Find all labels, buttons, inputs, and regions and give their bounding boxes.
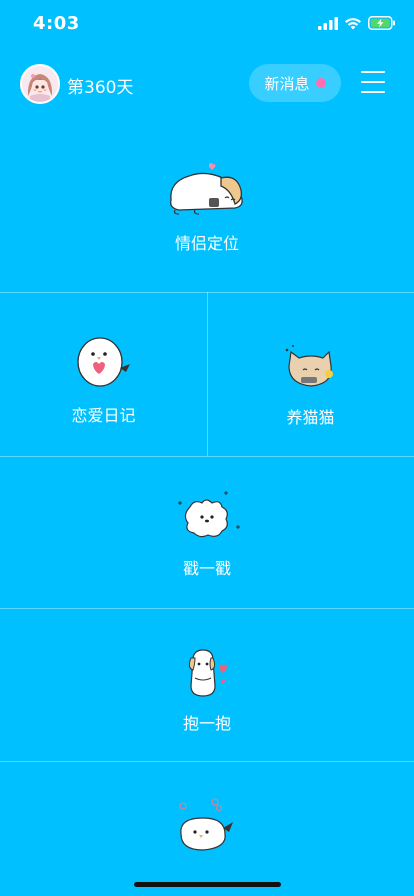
fluffy-dog-icon	[178, 491, 240, 538]
chick-icon	[179, 798, 233, 851]
menu-item-couple-location[interactable]: 情侣定位	[0, 160, 414, 254]
divider	[0, 608, 414, 609]
header: 第360天 新消息	[0, 60, 414, 108]
battery-charging-icon	[368, 16, 395, 30]
unread-dot	[315, 78, 326, 88]
cellular-signal-icon	[318, 16, 338, 30]
menu-item-poke[interactable]: 戳一戳	[0, 489, 414, 579]
divider	[0, 456, 414, 457]
menu-item-hug[interactable]: 抱一抱	[0, 646, 414, 734]
sleeping-dog-icon	[170, 162, 243, 215]
new-message-button[interactable]: 新消息	[249, 64, 341, 102]
avatar[interactable]	[20, 64, 60, 104]
status-bar: 4:03	[0, 0, 414, 48]
new-message-label: 新消息	[264, 74, 310, 93]
day-count: 第360天	[67, 78, 134, 98]
menu-button[interactable]	[361, 71, 385, 93]
cat-icon	[285, 345, 333, 387]
menu-item-raise-cat[interactable]: 养猫猫	[207, 344, 414, 428]
home-indicator[interactable]	[134, 882, 281, 887]
hamburger-menu-icon	[361, 71, 385, 74]
menu-item-label: 情侣定位	[174, 234, 239, 253]
menu-item-label: 恋爱日记	[71, 406, 136, 425]
menu-item-label: 戳一戳	[182, 559, 231, 578]
menu-item-label: 养猫猫	[286, 408, 335, 427]
status-time: 4:03	[33, 13, 80, 34]
divider	[0, 761, 414, 762]
status-icons	[318, 16, 396, 30]
bird-heart-icon	[76, 337, 130, 387]
girl-avatar-icon	[22, 66, 58, 102]
hugging-dog-icon	[188, 649, 227, 697]
menu-item-label: 抱一抱	[182, 714, 231, 733]
menu-item-chick[interactable]	[0, 798, 414, 860]
menu-item-love-diary[interactable]: 恋爱日记	[0, 334, 207, 426]
wifi-icon	[345, 17, 361, 29]
